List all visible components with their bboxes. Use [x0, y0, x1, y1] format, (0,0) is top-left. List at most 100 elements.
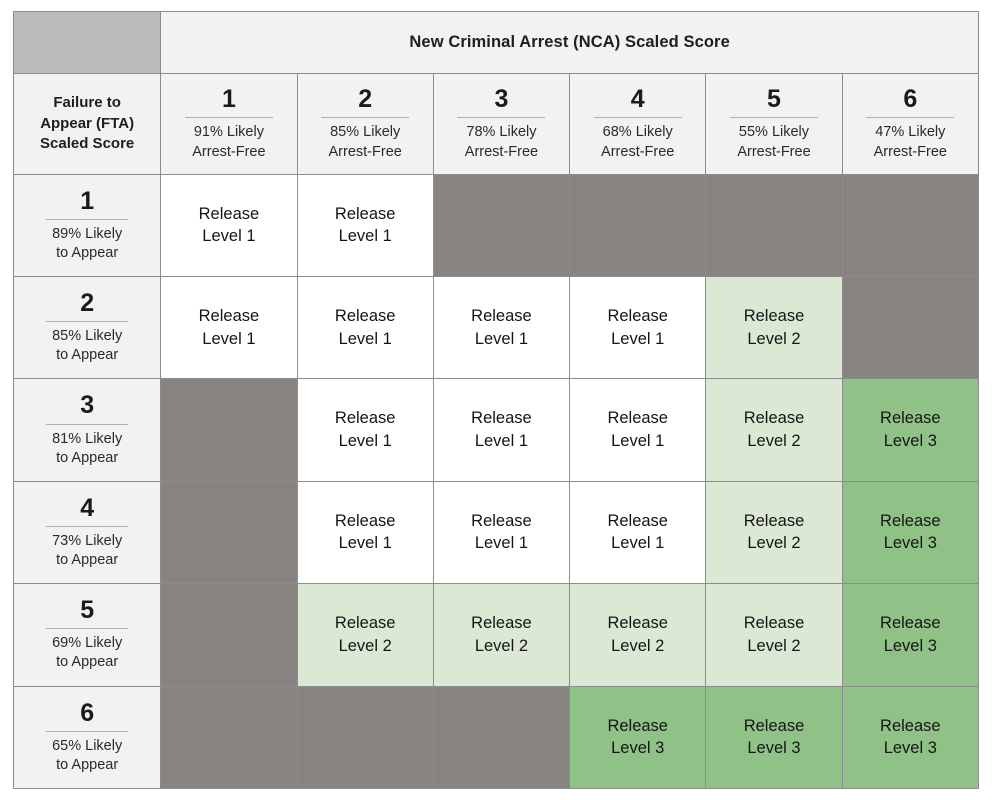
matrix-cell-release-level-1: Release Level 1 [432, 275, 571, 380]
release-decision-matrix: New Criminal Arrest (NCA) Scaled Score Fa… [0, 0, 992, 800]
release-level-label: Release Level 3 [880, 614, 941, 655]
risk-assessment-matrix-table: New Criminal Arrest (NCA) Scaled Score Fa… [12, 10, 980, 790]
matrix-cell-release-level-1: Release Level 1 [296, 173, 434, 278]
release-level-label: Release Level 3 [607, 716, 668, 758]
matrix-cell-blocked [160, 685, 298, 790]
matrix-cell-release-level-2: Release Level 2 [705, 275, 843, 380]
matrix-cell-release-level-2: Release Level 2 [705, 480, 843, 585]
nca-axis-title-cell: New Criminal Arrest (NCA) Scaled Score [160, 10, 979, 75]
matrix-cell-release-level-1: Release Level 1 [296, 378, 434, 482]
divider-rule [46, 525, 129, 527]
matrix-cell-blocked [432, 173, 571, 278]
release-level-label: Release Level 1 [607, 511, 668, 553]
fta-score-number: 2 [80, 288, 95, 317]
fta-score-number: 3 [80, 391, 95, 420]
fta-row-header-1: 1 89% Likely to Appear [12, 173, 162, 278]
fta-row-header-3: 3 81% Likely to Appear [12, 378, 162, 482]
fta-appear-likelihood: 69% Likely to Appear [52, 635, 123, 671]
nca-score-number: 5 [767, 85, 781, 114]
divider-rule [184, 117, 273, 119]
release-level-label: Release Level 1 [334, 204, 396, 246]
fta-score-number: 5 [80, 596, 95, 625]
matrix-cell-blocked [705, 173, 843, 278]
divider-rule [593, 117, 682, 119]
matrix-cell-blocked [841, 275, 980, 380]
fta-row-header-5: 5 69% Likely to Appear [12, 583, 162, 687]
release-level-label: Release Level 1 [198, 204, 260, 246]
matrix-cell-release-level-2: Release Level 2 [569, 583, 707, 687]
release-level-label: Release Level 1 [607, 306, 668, 348]
matrix-row: 6 65% Likely to Appear Release Level 3 Releas… [12, 685, 980, 790]
divider-rule [457, 117, 546, 119]
nca-score-number: 3 [494, 85, 509, 114]
fta-score-number: 4 [80, 493, 95, 522]
release-level-label: Release Level 2 [334, 614, 396, 655]
divider-rule [46, 423, 129, 425]
matrix-cell-release-level-1: Release Level 1 [296, 275, 434, 380]
matrix-row: 3 81% Likely to Appear Release Level 1 Releas… [12, 378, 980, 482]
nca-arrest-free-likelihood: 68% Likely Arrest-Free [601, 124, 675, 160]
divider-rule [729, 117, 818, 119]
release-level-label: Release Level 2 [607, 614, 668, 655]
nca-arrest-free-likelihood: 78% Likely Arrest-Free [464, 124, 539, 160]
matrix-row: 1 89% Likely to Appear Release Level 1 Releas… [12, 173, 980, 278]
matrix-cell-release-level-2: Release Level 2 [432, 583, 571, 687]
release-level-label: Release Level 1 [198, 306, 260, 348]
nca-column-header-1: 1 91% Likely Arrest-Free [160, 73, 298, 175]
matrix-row: 2 85% Likely to Appear Release Level 1 Releas… [12, 275, 980, 380]
release-level-label: Release Level 3 [880, 409, 941, 451]
matrix-row: 4 73% Likely to Appear Release Level 1 Releas… [12, 480, 980, 585]
release-level-label: Release Level 2 [743, 409, 805, 451]
fta-axis-title: Failure to Appear (FTA) Scaled Score [40, 93, 135, 153]
fta-appear-likelihood: 65% Likely to Appear [52, 737, 123, 773]
matrix-cell-release-level-1: Release Level 1 [432, 378, 571, 482]
nca-axis-title: New Criminal Arrest (NCA) Scaled Score [409, 32, 730, 51]
release-level-label: Release Level 1 [334, 409, 396, 451]
matrix-cell-release-level-3: Release Level 3 [841, 378, 980, 482]
release-level-label: Release Level 1 [334, 306, 396, 348]
release-level-label: Release Level 1 [471, 409, 532, 451]
nca-column-header-6: 6 47% Likely Arrest-Free [841, 73, 980, 175]
matrix-cell-blocked [432, 685, 571, 790]
nca-score-number: 4 [630, 85, 645, 114]
matrix-cell-release-level-3: Release Level 3 [841, 583, 980, 687]
release-level-label: Release Level 2 [743, 511, 805, 553]
nca-score-number: 1 [221, 85, 236, 114]
matrix-cell-blocked [160, 378, 298, 482]
release-level-label: Release Level 1 [334, 511, 396, 553]
matrix-cell-release-level-3: Release Level 3 [841, 685, 980, 790]
matrix-cell-release-level-3: Release Level 3 [705, 685, 843, 790]
matrix-cell-release-level-1: Release Level 1 [432, 480, 571, 585]
matrix-cell-release-level-1: Release Level 1 [160, 275, 298, 380]
release-level-label: Release Level 2 [743, 614, 805, 655]
matrix-cell-release-level-1: Release Level 1 [160, 173, 298, 278]
matrix-cell-release-level-1: Release Level 1 [569, 275, 707, 380]
release-level-label: Release Level 1 [607, 409, 668, 451]
nca-column-header-3: 3 78% Likely Arrest-Free [432, 73, 571, 175]
matrix-cell-blocked [160, 480, 298, 585]
fta-row-header-4: 4 73% Likely to Appear [12, 480, 162, 585]
nca-arrest-free-likelihood: 91% Likely Arrest-Free [192, 124, 266, 160]
divider-rule [46, 321, 129, 323]
fta-axis-title-cell: Failure to Appear (FTA) Scaled Score [12, 73, 162, 175]
matrix-cell-release-level-3: Release Level 3 [569, 685, 707, 790]
matrix-cell-release-level-3: Release Level 3 [841, 480, 980, 585]
fta-appear-likelihood: 89% Likely to Appear [52, 225, 123, 261]
release-level-label: Release Level 3 [880, 511, 941, 553]
release-level-label: Release Level 1 [471, 306, 532, 348]
fta-appear-likelihood: 85% Likely to Appear [52, 328, 123, 364]
matrix-cell-release-level-2: Release Level 2 [296, 583, 434, 687]
fta-appear-likelihood: 73% Likely to Appear [52, 532, 123, 569]
release-level-label: Release Level 2 [471, 614, 532, 655]
fta-row-header-6: 6 65% Likely to Appear [12, 685, 162, 790]
fta-score-number: 6 [80, 698, 95, 727]
fta-appear-likelihood: 81% Likely to Appear [52, 430, 123, 466]
release-level-label: Release Level 3 [743, 716, 805, 758]
nca-arrest-free-likelihood: 85% Likely Arrest-Free [328, 124, 402, 160]
release-level-label: Release Level 1 [471, 511, 532, 553]
release-level-label: Release Level 3 [880, 716, 941, 758]
matrix-cell-blocked [569, 173, 707, 278]
divider-rule [866, 117, 955, 119]
matrix-corner-block [12, 10, 162, 75]
nca-score-number: 6 [903, 85, 918, 114]
